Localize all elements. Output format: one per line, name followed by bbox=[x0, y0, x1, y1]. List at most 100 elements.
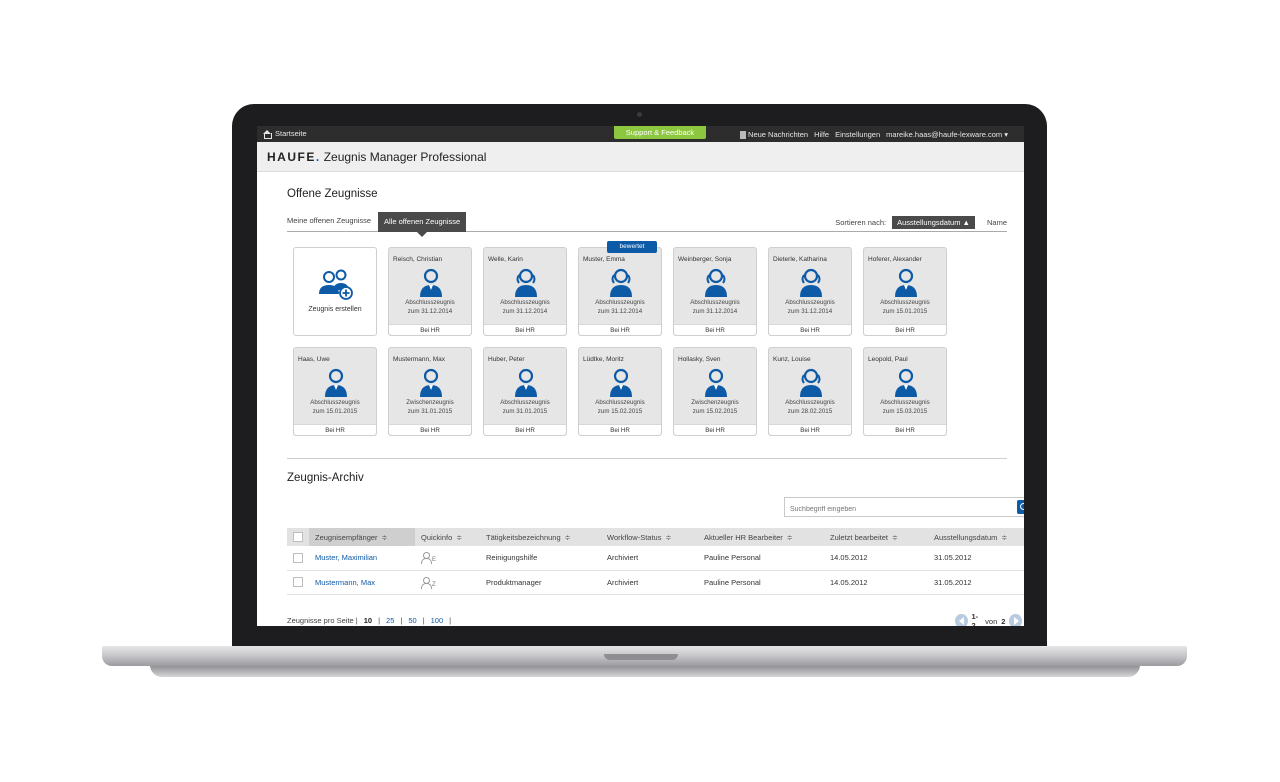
person-avatar-icon bbox=[420, 268, 442, 297]
certificate-card[interactable]: Hollasky, Sven Zwischenzeugnis zum 15.02.2… bbox=[673, 347, 757, 436]
page-size-10[interactable]: 10 bbox=[364, 616, 372, 625]
job-cell: Produktmanager bbox=[480, 570, 601, 595]
table-row[interactable]: Mustermann, Max Z Produktmanager Archivi… bbox=[287, 570, 1024, 595]
card-type: Abschlusszeugnis zum 31.12.2014 bbox=[405, 299, 455, 315]
sort-controls: Sortieren nach: Ausstellungsdatum ▲ Name bbox=[835, 216, 1007, 229]
col-last-edited[interactable]: Zuletzt bearbeitet ≑ bbox=[824, 528, 928, 546]
card-type: Abschlusszeugnis zum 15.02.2015 bbox=[595, 399, 645, 415]
page-size-sep: | bbox=[422, 616, 425, 625]
user-menu[interactable]: mareike.haas@haufe-lexware.com ▾ bbox=[886, 130, 1008, 139]
card-status: Bei HR bbox=[484, 424, 566, 435]
certificate-card[interactable]: Leopold, Paul Abschlusszeugnis zum 15.03.2… bbox=[863, 347, 947, 436]
quickinfo-cell[interactable]: Z bbox=[415, 570, 480, 595]
certificate-card[interactable]: Kunz, Louise Abschlusszeugnis zum 28.02.20… bbox=[768, 347, 852, 436]
card-employee-name: Haas, Uwe bbox=[298, 356, 330, 363]
open-section-title: Offene Zeugnisse bbox=[287, 188, 378, 200]
editor-cell: Pauline Personal bbox=[698, 546, 824, 571]
card-status: Bei HR bbox=[674, 424, 756, 435]
card-status: Bei HR bbox=[389, 324, 471, 335]
laptop-lid: Startseite Support & Feedback Neue Nachr… bbox=[232, 104, 1047, 650]
nav-settings[interactable]: Einstellungen bbox=[835, 130, 880, 139]
home-label: Startseite bbox=[275, 129, 307, 138]
page-size-sep: | bbox=[378, 616, 381, 625]
table-row[interactable]: Muster, Maximilian E Reinigungshilfe Arc… bbox=[287, 546, 1024, 571]
col-issue-date[interactable]: Ausstellungsdatum ≑ bbox=[928, 528, 1024, 546]
camera bbox=[637, 112, 642, 117]
card-employee-name: Weinberger, Sonja bbox=[678, 256, 732, 263]
home-icon bbox=[263, 129, 272, 139]
card-status: Bei HR bbox=[579, 424, 661, 435]
brand-bar: HAUFE. Zeugnis Manager Professional bbox=[257, 142, 1024, 172]
haufe-logo: HAUFE. bbox=[267, 150, 321, 164]
prev-page-icon[interactable] bbox=[955, 614, 968, 626]
card-employee-name: Huber, Peter bbox=[488, 356, 525, 363]
table-header: Zeugnisempfänger ≑ Quickinfo ≑ Tätigkeitsb… bbox=[287, 528, 1024, 546]
certificate-card[interactable]: Dieterle, Katharina Abschlusszeugnis zum 3… bbox=[768, 247, 852, 336]
support-feedback-button[interactable]: Support & Feedback bbox=[614, 126, 706, 139]
card-type: Abschlusszeugnis zum 31.01.2015 bbox=[500, 399, 550, 415]
next-page-icon[interactable] bbox=[1009, 614, 1022, 626]
person-avatar-icon bbox=[895, 368, 917, 397]
laptop-notch bbox=[604, 654, 678, 660]
row-checkbox[interactable] bbox=[293, 577, 303, 587]
sort-label: Sortieren nach: bbox=[835, 218, 887, 227]
certificate-card[interactable]: Welle, Karin Abschlusszeugnis zum 31.12.20… bbox=[483, 247, 567, 336]
status-cell: Archiviert bbox=[601, 546, 698, 571]
card-type: Abschlusszeugnis zum 15.01.2015 bbox=[310, 399, 360, 415]
page-size-25[interactable]: 25 bbox=[386, 616, 394, 625]
card-status: Bei HR bbox=[769, 424, 851, 435]
person-avatar-icon bbox=[420, 368, 442, 397]
person-avatar-icon bbox=[705, 368, 727, 397]
top-nav: Neue Nachrichten Hilfe Einstellungen mar… bbox=[740, 130, 1008, 140]
select-all-checkbox[interactable] bbox=[293, 532, 303, 542]
card-type: Abschlusszeugnis zum 31.12.2014 bbox=[690, 299, 740, 315]
nav-messages[interactable]: Neue Nachrichten bbox=[740, 130, 808, 140]
certificate-card[interactable]: Huber, Peter Abschlusszeugnis zum 31.01.20… bbox=[483, 347, 567, 436]
card-type: Abschlusszeugnis zum 15.03.2015 bbox=[880, 399, 930, 415]
col-quickinfo[interactable]: Quickinfo ≑ bbox=[415, 528, 480, 546]
recipient-link[interactable]: Muster, Maximilian bbox=[309, 546, 415, 571]
page-size-label: Zeugnisse pro Seite | bbox=[287, 616, 358, 625]
tab-all-open[interactable]: Alle offenen Zeugnisse bbox=[378, 212, 467, 237]
recipient-link[interactable]: Mustermann, Max bbox=[309, 570, 415, 595]
certificate-card[interactable]: Mustermann, Max Zwischenzeugnis zum 31.01.… bbox=[388, 347, 472, 436]
page-size-selector: Zeugnisse pro Seite | 10 | 25 | 50 | 100… bbox=[287, 616, 451, 625]
sort-by-date[interactable]: Ausstellungsdatum ▲ bbox=[892, 216, 975, 229]
col-job-title[interactable]: Tätigkeitsbezeichnung ≑ bbox=[480, 528, 601, 546]
card-type: Zwischenzeugnis zum 15.02.2015 bbox=[691, 399, 739, 415]
nav-help[interactable]: Hilfe bbox=[814, 130, 829, 139]
page-size-sep: | bbox=[400, 616, 403, 625]
card-employee-name: Mustermann, Max bbox=[393, 356, 446, 363]
row-checkbox[interactable] bbox=[293, 552, 303, 563]
certificate-card[interactable]: Muster, Emma Abschlusszeugnis zum 31.12.20… bbox=[578, 241, 662, 336]
col-workflow[interactable]: Workflow-Status ≑ bbox=[601, 528, 698, 546]
tab-bar: Meine offenen Zeugnisse Alle offenen Zeu… bbox=[287, 212, 1007, 237]
home-link[interactable]: Startseite bbox=[263, 129, 307, 139]
card-status: Bei HR bbox=[579, 324, 661, 335]
tab-my-open[interactable]: Meine offenen Zeugnisse bbox=[287, 216, 371, 225]
page-size-sep: | bbox=[449, 616, 452, 625]
search-input[interactable] bbox=[785, 500, 1005, 519]
product-name: Zeugnis Manager Professional bbox=[323, 150, 487, 164]
person-avatar-icon bbox=[325, 368, 347, 397]
certificate-card[interactable]: Hoferer, Alexander Abschlusszeugnis zum 15… bbox=[863, 247, 947, 336]
certificate-card[interactable]: Lüdtke, Moritz Abschlusszeugnis zum 15.02.… bbox=[578, 347, 662, 436]
sort-by-name[interactable]: Name bbox=[987, 218, 1007, 227]
page-of: von bbox=[985, 616, 998, 626]
card-employee-name: Hollasky, Sven bbox=[678, 356, 721, 363]
quickinfo-cell[interactable]: E bbox=[415, 546, 480, 571]
card-employee-name: Hoferer, Alexander bbox=[868, 256, 922, 263]
col-editor[interactable]: Aktueller HR Bearbeiter ≑ bbox=[698, 528, 824, 546]
rated-badge: bewertet bbox=[607, 241, 657, 253]
col-recipient[interactable]: Zeugnisempfänger ≑ bbox=[309, 528, 415, 546]
certificate-card[interactable]: Weinberger, Sonja Abschlusszeugnis zum 31.… bbox=[673, 247, 757, 336]
page-size-50[interactable]: 50 bbox=[408, 616, 416, 625]
certificate-card[interactable]: Haas, Uwe Abschlusszeugnis zum 15.01.2015 B… bbox=[293, 347, 377, 436]
create-certificate-card[interactable]: Zeugnis erstellen bbox=[293, 247, 377, 336]
archive-table: Zeugnisempfänger ≑ Quickinfo ≑ Tätigkeitsb… bbox=[287, 528, 1024, 595]
search-button[interactable] bbox=[1017, 500, 1024, 514]
card-employee-name: Dieterle, Katharina bbox=[773, 256, 827, 263]
row-select bbox=[287, 570, 309, 595]
page-size-100[interactable]: 100 bbox=[431, 616, 444, 625]
certificate-card[interactable]: Reisch, Christian Abschlusszeugnis zum 31.… bbox=[388, 247, 472, 336]
